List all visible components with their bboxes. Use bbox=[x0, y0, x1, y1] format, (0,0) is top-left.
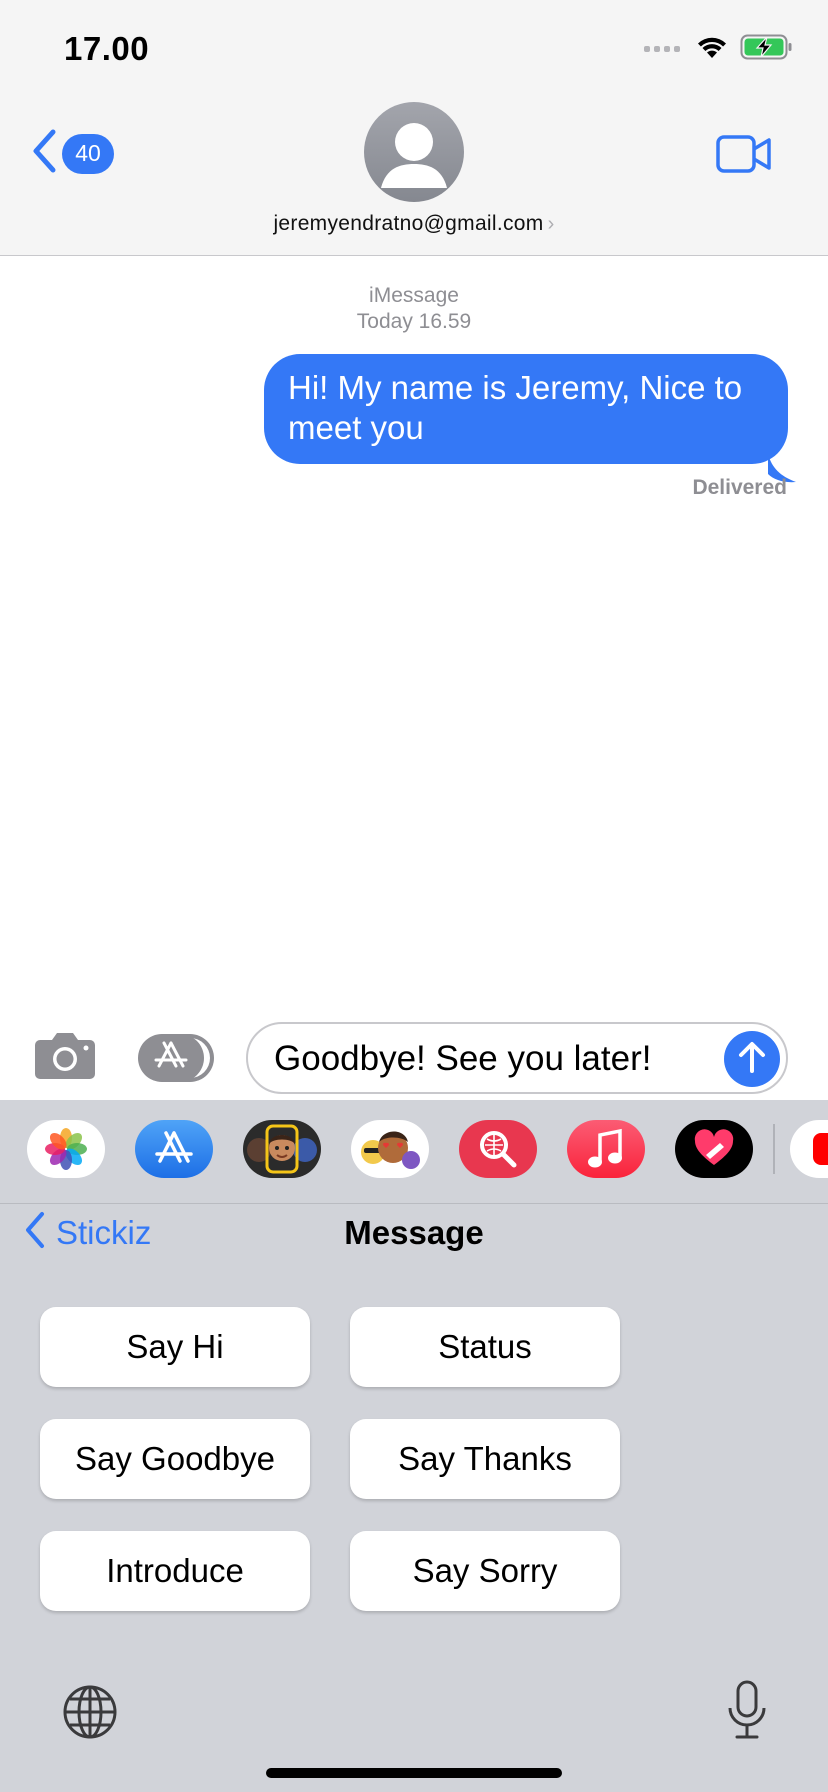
status-icons bbox=[644, 34, 794, 65]
memoji-stickers-icon[interactable] bbox=[351, 1120, 429, 1178]
video-app-icon[interactable] bbox=[790, 1120, 828, 1178]
message-input[interactable] bbox=[274, 1039, 714, 1079]
send-button[interactable] bbox=[724, 1031, 780, 1087]
say-thanks-button[interactable]: Say Thanks bbox=[350, 1419, 620, 1499]
facetime-video-button[interactable] bbox=[716, 134, 772, 179]
send-arrow-icon bbox=[737, 1040, 767, 1079]
camera-icon bbox=[34, 1033, 96, 1084]
back-button[interactable]: 40 bbox=[30, 128, 114, 179]
memoji-camera-icon[interactable] bbox=[243, 1120, 321, 1178]
chevron-left-icon bbox=[30, 128, 58, 179]
strip-divider bbox=[773, 1124, 775, 1174]
extension-title: Message bbox=[344, 1214, 484, 1251]
keyboard-switch-button[interactable] bbox=[62, 1684, 118, 1745]
digital-touch-icon[interactable] bbox=[675, 1120, 753, 1178]
say-goodbye-button[interactable]: Say Goodbye bbox=[40, 1419, 310, 1499]
message-text-field[interactable] bbox=[246, 1022, 788, 1094]
video-camera-icon bbox=[716, 135, 772, 178]
sent-message-bubble[interactable]: Hi! My name is Jeremy, Nice to meet you bbox=[264, 354, 788, 464]
camera-button[interactable] bbox=[34, 1030, 96, 1085]
imessage-app-drawer: Stickiz Message Say Hi Status Say Goodby… bbox=[0, 1100, 828, 1792]
avatar-icon bbox=[364, 123, 464, 202]
signal-icon bbox=[644, 41, 684, 59]
contact-name-button[interactable]: jeremyendratno@gmail.com › bbox=[0, 212, 828, 236]
service-label: iMessage bbox=[369, 284, 459, 307]
message-thread[interactable]: iMessage Today 16.59 Hi! My name is Jere… bbox=[0, 256, 828, 1016]
apps-pill bbox=[138, 1034, 204, 1082]
wifi-icon bbox=[696, 34, 728, 65]
home-indicator[interactable] bbox=[266, 1768, 562, 1778]
web-search-icon[interactable] bbox=[459, 1120, 537, 1178]
app-store-icon[interactable] bbox=[135, 1120, 213, 1178]
status-time: 17.00 bbox=[64, 30, 150, 67]
message-timestamp: Today 16.59 bbox=[356, 310, 472, 333]
conversation-header: 40 jeremyendratno@gmail.com › bbox=[0, 100, 828, 256]
music-icon[interactable] bbox=[567, 1120, 645, 1178]
say-sorry-button[interactable]: Say Sorry bbox=[350, 1531, 620, 1611]
contact-avatar[interactable] bbox=[364, 102, 464, 202]
app-store-button[interactable] bbox=[138, 1034, 214, 1082]
status-bar: 17.00 bbox=[0, 0, 828, 100]
status-button[interactable]: Status bbox=[350, 1307, 620, 1387]
battery-charging-icon bbox=[740, 34, 794, 65]
contact-address: jeremyendratno@gmail.com bbox=[273, 212, 544, 235]
app-strip[interactable] bbox=[0, 1100, 828, 1204]
globe-icon bbox=[62, 1685, 118, 1744]
composer-bar bbox=[0, 1016, 828, 1100]
unread-count-badge: 40 bbox=[62, 133, 114, 174]
introduce-button[interactable]: Introduce bbox=[40, 1531, 310, 1611]
chevron-right-icon: › bbox=[547, 213, 555, 235]
delivery-status: Delivered bbox=[692, 476, 787, 499]
app-store-icon bbox=[153, 1040, 189, 1077]
say-hi-button[interactable]: Say Hi bbox=[40, 1307, 310, 1387]
extension-nav: Stickiz Message bbox=[0, 1204, 828, 1266]
photos-icon[interactable] bbox=[27, 1120, 105, 1178]
microphone-icon bbox=[726, 1680, 768, 1744]
dictation-button[interactable] bbox=[726, 1680, 768, 1745]
